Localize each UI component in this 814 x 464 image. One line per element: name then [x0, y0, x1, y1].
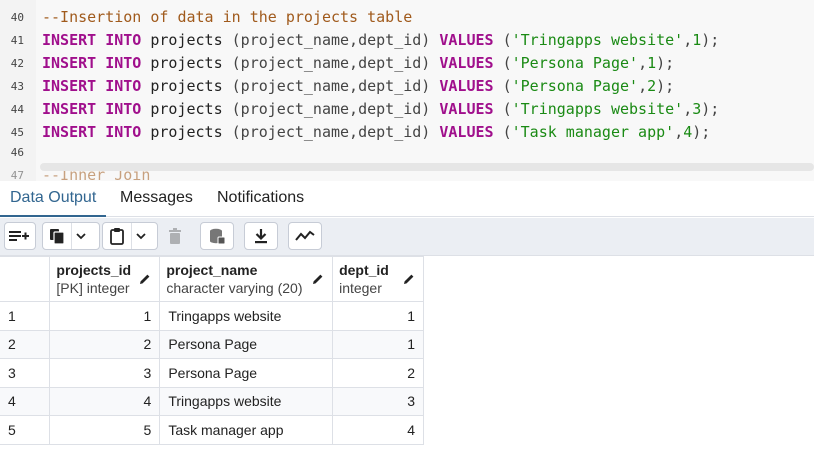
delete-button[interactable] — [161, 223, 189, 249]
download-button[interactable] — [245, 223, 277, 249]
cell-dept-id[interactable]: 2 — [332, 358, 424, 388]
cell-dept-id[interactable]: 1 — [332, 301, 424, 331]
copy-icon — [50, 229, 65, 245]
column-header-project-name[interactable]: project_name character varying (20) — [159, 256, 334, 302]
line-number: 44 — [10, 103, 24, 116]
cell-dept-id[interactable]: 4 — [332, 415, 424, 445]
horizontal-scrollbar[interactable] — [40, 163, 814, 171]
save-data-group — [200, 222, 234, 250]
row-number: 1 — [0, 301, 51, 331]
row-number: 4 — [0, 386, 51, 416]
result-grid: projects_id [PK] integer project_name ch… — [0, 256, 424, 445]
download-group — [244, 222, 278, 250]
output-tabs: Data Output Messages Notifications — [0, 181, 814, 217]
copy-group — [42, 222, 100, 250]
cell-project-name[interactable]: Persona Page — [159, 329, 334, 359]
line-number: 42 — [10, 57, 24, 70]
line-number: 47 — [10, 169, 24, 181]
paste-group — [102, 222, 158, 250]
table-row[interactable]: 2 2 Persona Page 1 — [0, 329, 424, 359]
sql-statement: INSERT INTO projects (project_name,dept_… — [42, 100, 720, 118]
delete-icon — [169, 228, 181, 244]
paste-options-dropdown[interactable] — [131, 223, 149, 249]
cell-dept-id[interactable]: 3 — [332, 386, 424, 416]
delete-group — [160, 222, 192, 250]
tab-messages[interactable]: Messages — [110, 181, 203, 217]
cell-dept-id[interactable]: 1 — [332, 329, 424, 359]
column-type: character varying (20) — [166, 280, 303, 296]
cell-projects-id[interactable]: 3 — [49, 358, 161, 388]
save-data-button[interactable] — [201, 223, 233, 249]
cell-projects-id[interactable]: 2 — [49, 329, 161, 359]
tab-notifications[interactable]: Notifications — [207, 181, 314, 217]
cell-projects-id[interactable]: 5 — [49, 415, 161, 445]
row-number: 3 — [0, 358, 51, 388]
grid-header-row: projects_id [PK] integer project_name ch… — [0, 256, 424, 302]
graph-group — [288, 222, 322, 250]
row-number-header — [0, 256, 51, 302]
chevron-down-icon — [135, 233, 146, 240]
table-row[interactable]: 4 4 Tringapps website 3 — [0, 386, 424, 416]
cell-projects-id[interactable]: 1 — [49, 301, 161, 331]
row-number: 2 — [0, 329, 51, 359]
add-row-group — [4, 222, 36, 250]
line-number: 40 — [10, 11, 24, 24]
code-line[interactable]: 42 INSERT INTO projects (project_name,de… — [0, 52, 814, 75]
cell-projects-id[interactable]: 4 — [49, 386, 161, 416]
column-header-dept-id[interactable]: dept_id integer — [332, 256, 424, 302]
chevron-down-icon — [75, 233, 86, 240]
code-line[interactable]: 46 — [0, 141, 814, 164]
copy-button[interactable] — [43, 223, 71, 249]
cell-project-name[interactable]: Tringapps website — [159, 301, 334, 331]
sql-comment: --Insertion of data in the projects tabl… — [42, 8, 413, 26]
copy-options-dropdown[interactable] — [71, 223, 89, 249]
sql-editor[interactable]: 40 --Insertion of data in the projects t… — [0, 0, 814, 181]
line-number: 41 — [10, 34, 24, 47]
code-line[interactable]: 40 --Insertion of data in the projects t… — [0, 6, 814, 29]
paste-icon — [110, 228, 124, 245]
sql-statement: INSERT INTO projects (project_name,dept_… — [42, 77, 675, 95]
sql-statement: INSERT INTO projects (project_name,dept_… — [42, 31, 720, 49]
cell-project-name[interactable]: Tringapps website — [159, 386, 334, 416]
code-line[interactable]: 43 INSERT INTO projects (project_name,de… — [0, 75, 814, 98]
line-number: 43 — [10, 80, 24, 93]
table-row[interactable]: 3 3 Persona Page 2 — [0, 358, 424, 388]
graph-visualiser-icon — [295, 230, 315, 241]
sql-statement: INSERT INTO projects (project_name,dept_… — [42, 54, 675, 72]
column-header-projects-id[interactable]: projects_id [PK] integer — [49, 256, 161, 302]
add-row-button[interactable] — [5, 223, 33, 249]
tab-data-output[interactable]: Data Output — [0, 181, 107, 217]
graph-visualiser-button[interactable] — [289, 223, 321, 249]
edit-pencil-icon[interactable] — [139, 273, 151, 285]
add-row-icon — [9, 231, 29, 241]
edit-pencil-icon[interactable] — [403, 273, 415, 285]
code-line[interactable]: 41 INSERT INTO projects (project_name,de… — [0, 29, 814, 52]
table-row[interactable]: 5 5 Task manager app 4 — [0, 415, 424, 445]
column-name: project_name — [166, 262, 258, 278]
cell-project-name[interactable]: Persona Page — [159, 358, 334, 388]
row-number: 5 — [0, 415, 51, 445]
paste-button[interactable] — [103, 223, 131, 249]
data-output-toolbar — [0, 218, 814, 256]
save-data-icon — [210, 228, 226, 245]
code-line[interactable]: 44 INSERT INTO projects (project_name,de… — [0, 98, 814, 121]
table-row[interactable]: 1 1 Tringapps website 1 — [0, 301, 424, 331]
cell-project-name[interactable]: Task manager app — [159, 415, 334, 445]
download-icon — [255, 229, 267, 244]
edit-pencil-icon[interactable] — [312, 273, 324, 285]
line-number: 46 — [10, 146, 24, 159]
